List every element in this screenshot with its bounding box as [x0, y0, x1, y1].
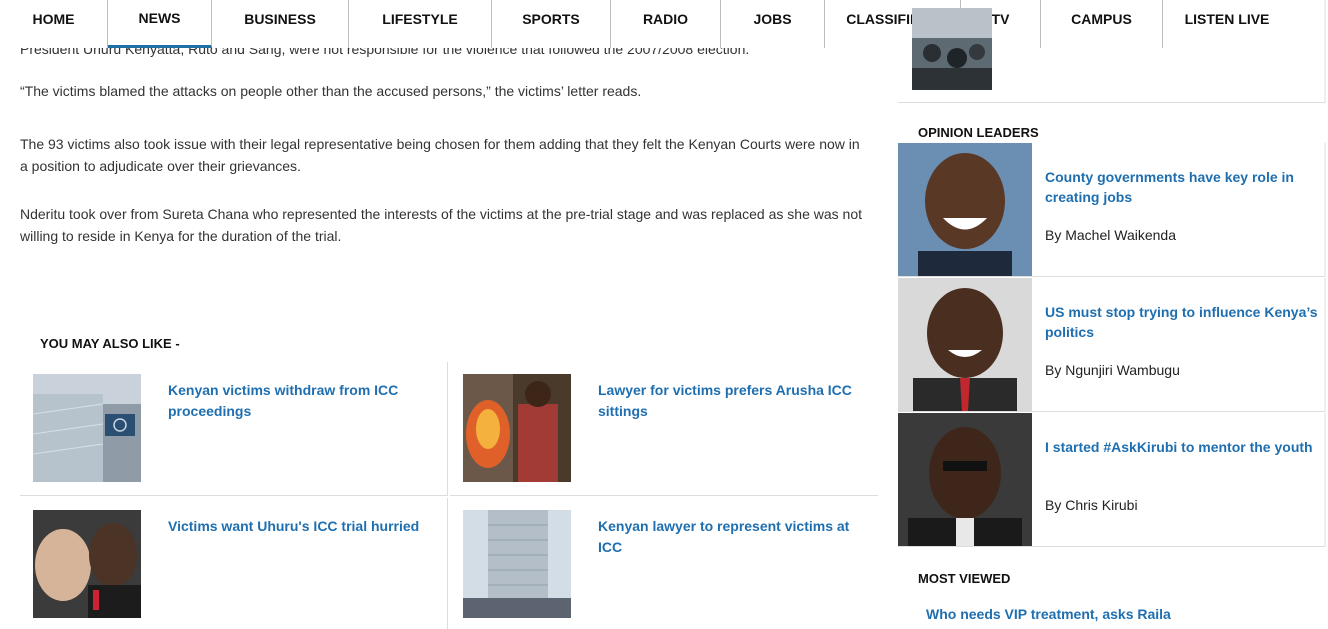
- article-paragraph: “The victims blamed the attacks on peopl…: [20, 83, 642, 99]
- opinion-link[interactable]: I started #AskKirubi to mentor the youth: [1045, 437, 1320, 457]
- author-photo[interactable]: [898, 413, 1032, 546]
- related-link[interactable]: Kenyan victims withdraw from ICC proceed…: [168, 380, 438, 422]
- related-link[interactable]: Victims want Uhuru's ICC trial hurried: [168, 516, 438, 537]
- related-thumbnail[interactable]: [463, 374, 571, 482]
- opinion-link[interactable]: US must stop trying to influence Kenya’s…: [1045, 302, 1320, 342]
- related-thumbnail[interactable]: [463, 510, 571, 618]
- related-title: YOU MAY ALSO LIKE -: [40, 336, 180, 351]
- related-item[interactable]: Lawyer for victims prefers Arusha ICC si…: [450, 362, 878, 496]
- sidebar-top-item[interactable]: [898, 0, 1326, 103]
- related-item[interactable]: Kenyan lawyer to represent victims at IC…: [450, 498, 878, 629]
- nav-item-news[interactable]: NEWS: [108, 0, 212, 48]
- most-viewed-link[interactable]: Who needs VIP treatment, asks Raila: [926, 606, 1171, 622]
- author-photo[interactable]: [898, 278, 1032, 411]
- nav-item-lifestyle[interactable]: LIFESTYLE: [349, 0, 492, 48]
- opinion-byline: By Chris Kirubi: [1045, 497, 1138, 513]
- opinion-item[interactable]: US must stop trying to influence Kenya’s…: [898, 278, 1326, 412]
- nav-item-business[interactable]: BUSINESS: [212, 0, 349, 48]
- opinion-item[interactable]: I started #AskKirubi to mentor the youth…: [898, 413, 1326, 547]
- related-link[interactable]: Lawyer for victims prefers Arusha ICC si…: [598, 380, 868, 422]
- opinion-item[interactable]: County governments have key role in crea…: [898, 143, 1326, 277]
- related-link[interactable]: Kenyan lawyer to represent victims at IC…: [598, 516, 868, 558]
- opinion-link[interactable]: County governments have key role in crea…: [1045, 167, 1320, 207]
- sidebar: OPINION LEADERS County governments have …: [898, 0, 1328, 629]
- related-thumbnail[interactable]: [33, 374, 141, 482]
- opinion-byline: By Ngunjiri Wambugu: [1045, 362, 1180, 378]
- sidebar-top-thumbnail[interactable]: [912, 8, 992, 90]
- nav-item-radio[interactable]: RADIO: [611, 0, 721, 48]
- nav-item-jobs[interactable]: JOBS: [721, 0, 825, 48]
- related-item[interactable]: Victims want Uhuru's ICC trial hurried: [20, 498, 448, 629]
- related-thumbnail[interactable]: [33, 510, 141, 618]
- related-item[interactable]: Kenyan victims withdraw from ICC proceed…: [20, 362, 448, 496]
- opinion-leaders-title: OPINION LEADERS: [918, 125, 1039, 140]
- article-paragraph: The 93 victims also took issue with thei…: [20, 136, 860, 174]
- opinion-byline: By Machel Waikenda: [1045, 227, 1176, 243]
- most-viewed-title: MOST VIEWED: [918, 571, 1011, 586]
- article-paragraph: Nderitu took over from Sureta Chana who …: [20, 206, 862, 244]
- author-photo[interactable]: [898, 143, 1032, 276]
- nav-item-home[interactable]: HOME: [0, 0, 108, 48]
- nav-item-sports[interactable]: SPORTS: [492, 0, 611, 48]
